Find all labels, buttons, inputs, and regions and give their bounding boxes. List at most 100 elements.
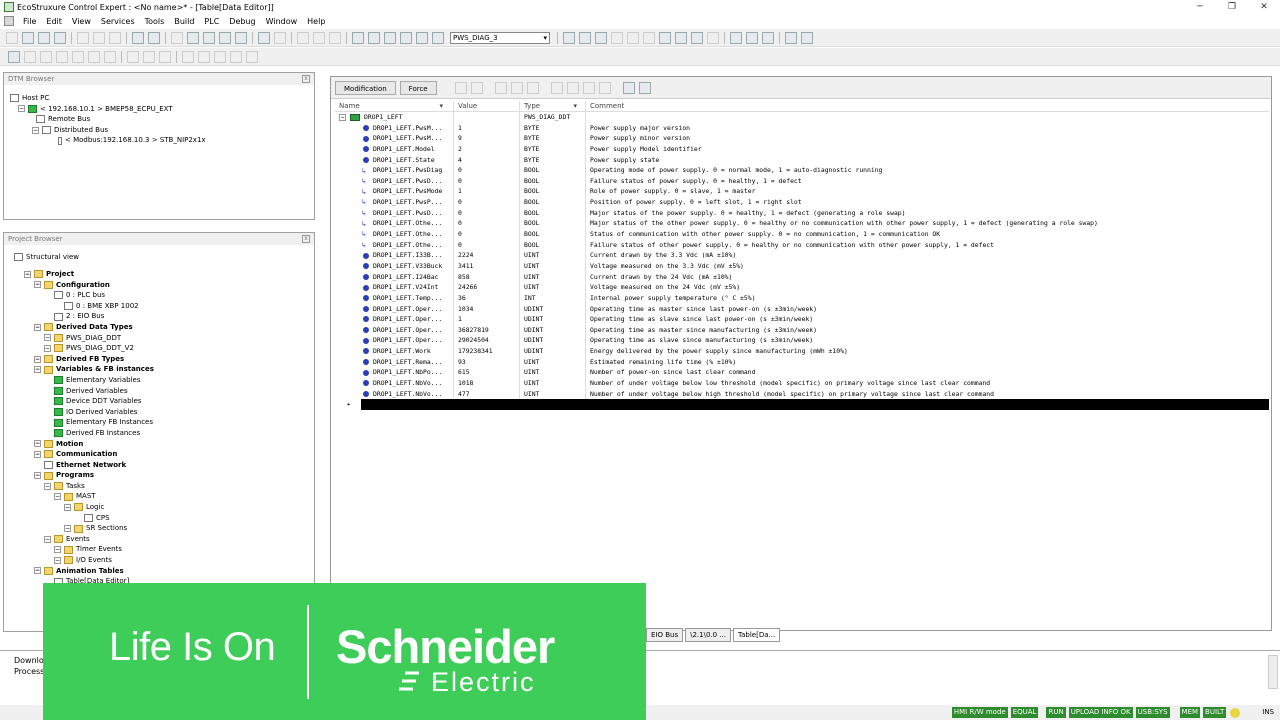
copy-icon[interactable] — [93, 31, 105, 44]
sort-icon[interactable]: ▾ — [573, 101, 577, 112]
value-cell[interactable]: 179238341 — [453, 346, 519, 357]
goto-icon[interactable] — [219, 31, 231, 44]
tree-item[interactable]: − Configuration — [10, 280, 154, 291]
expand-icon[interactable]: − — [32, 126, 39, 134]
print-preview-icon[interactable] — [400, 31, 412, 44]
tool-icon[interactable] — [198, 50, 210, 63]
table-row[interactable]: DROP1_LEFT.V24Int 24266 UINT Voltage measur… — [335, 282, 1269, 293]
table-row[interactable]: DROP1_LEFT.Rema... 93 UINT Estimated remain… — [335, 356, 1269, 368]
tree-item[interactable]: − PWS_DIAG_DDT_V2 — [10, 343, 154, 354]
document-icon[interactable] — [4, 16, 14, 26]
name-cell[interactable]: ▸ — [335, 399, 361, 410]
table-icon[interactable] — [384, 31, 396, 44]
table-row[interactable]: − DROP1_LEFT PWS_DIAG_DDT — [335, 112, 1269, 123]
tool-icon[interactable] — [40, 50, 52, 63]
build-icon[interactable] — [313, 31, 325, 44]
table-row[interactable]: ↳ DROP1_LEFT.Othe... 0 BOOL Status of commun… — [335, 229, 1269, 240]
tree-item[interactable]: − Derived FB Types — [10, 354, 154, 365]
tree-item[interactable]: −CPS — [10, 513, 154, 524]
column-header-name[interactable]: Name ▾ — [335, 101, 453, 111]
column-header-comment[interactable]: Comment — [585, 101, 1269, 111]
expand-icon[interactable]: − — [64, 525, 71, 533]
table-row[interactable]: DROP1_LEFT.Oper... 29024504 UDINT Operating… — [335, 335, 1269, 347]
tree-item[interactable]: −2 : EIO Bus — [10, 311, 154, 322]
table-row[interactable]: ↳ DROP1_LEFT.Othe... 0 BOOL Major status of … — [335, 218, 1269, 230]
tree-item[interactable]: − Animation Tables — [10, 566, 154, 577]
tree-item[interactable]: − Timer Events — [10, 544, 154, 555]
table-row[interactable]: DROP1_LEFT.I33B... 2224 UINT Current drawn … — [335, 250, 1269, 261]
tool-icon[interactable] — [638, 81, 651, 94]
table-row[interactable]: ↳ DROP1_LEFT.Othe... 0 BOOL Failure status o… — [335, 239, 1269, 251]
table-row[interactable]: DROP1_LEFT.PwsM... 1 BYTE Power supply majo… — [335, 122, 1269, 134]
expand-icon[interactable]: − — [24, 270, 31, 278]
value-cell[interactable]: 1034 — [453, 303, 519, 315]
tree-item[interactable]: −Derived FB Instances — [10, 428, 154, 439]
tree-item[interactable]: − MAST — [10, 491, 154, 502]
rebuild-icon[interactable] — [329, 31, 341, 44]
expand-icon[interactable]: − — [44, 344, 51, 352]
table-row[interactable]: DROP1_LEFT.Oper... 1034 UDINT Operating tim… — [335, 303, 1269, 315]
value-cell[interactable]: 0 — [453, 197, 519, 208]
value-cell[interactable]: 0 — [453, 239, 519, 251]
tree-item[interactable]: − PWS_DIAG_DDT — [10, 333, 154, 344]
connect-icon[interactable] — [416, 31, 428, 44]
value-cell[interactable]: 29024504 — [453, 335, 519, 347]
instance-combo[interactable]: PWS_DIAG_3 — [450, 31, 550, 44]
tool-icon[interactable] — [143, 50, 155, 63]
tree-item[interactable]: − Derived Data Types — [10, 322, 154, 333]
tile-vertical-icon[interactable] — [762, 31, 774, 44]
tool-icon[interactable] — [182, 50, 194, 63]
tree-item[interactable]: −Elementary FB Instances — [10, 417, 154, 428]
tab-table[interactable]: Table[Da... — [733, 628, 781, 642]
binoculars-icon[interactable] — [432, 31, 444, 44]
tool-icon[interactable] — [72, 50, 84, 63]
value-cell[interactable]: 0 — [453, 229, 519, 240]
tool-icon[interactable] — [494, 81, 507, 94]
tree-item[interactable]: − Programs — [10, 470, 154, 481]
tree-item[interactable]: −IO Derived Variables — [10, 407, 154, 418]
value-cell[interactable]: 615 — [453, 367, 519, 379]
table-row[interactable]: DROP1_LEFT.PwsM... 9 BYTE Power supply mino… — [335, 133, 1269, 144]
value-cell[interactable]: 36827819 — [453, 324, 519, 336]
table-row[interactable]: DROP1_LEFT.I24Bac 858 UINT Current drawn by… — [335, 271, 1269, 283]
table-row[interactable]: DROP1_LEFT.Oper... 36827819 UDINT Operating… — [335, 324, 1269, 336]
column-header-type[interactable]: Type ▾ — [519, 101, 585, 111]
table-row[interactable]: DROP1_LEFT.Oper... 1 UDINT Operating time a… — [335, 314, 1269, 325]
table-row[interactable]: DROP1_LEFT.Temp... 36 INT Internal power su… — [335, 292, 1269, 304]
analyze-icon[interactable] — [297, 31, 309, 44]
menu-plc[interactable]: PLC — [199, 17, 224, 26]
new-icon[interactable] — [6, 31, 18, 44]
tree-item[interactable]: − I/O Events — [10, 555, 154, 566]
menu-view[interactable]: View — [67, 17, 96, 26]
table-row[interactable]: ↳ DROP1_LEFT.PwsP... 0 BOOL Position of powe… — [335, 197, 1269, 208]
value-cell[interactable]: 93 — [453, 356, 519, 368]
expand-icon[interactable]: − — [34, 281, 41, 289]
tree-item-structural-view[interactable]: Structural view — [10, 252, 79, 263]
tool-icon[interactable] — [159, 50, 171, 63]
table-row[interactable]: DROP1_LEFT.V33Buck 3411 UINT Voltage measur… — [335, 260, 1269, 272]
value-cell[interactable]: 2224 — [453, 250, 519, 261]
menu-debug[interactable]: Debug — [224, 17, 260, 26]
tool-icon[interactable] — [598, 81, 611, 94]
tree-item[interactable]: −Derived Variables — [10, 386, 154, 397]
expand-icon[interactable]: − — [44, 535, 51, 543]
table-row[interactable]: ↳ DROP1_LEFT.PwsDiag 0 BOOL Operating mode o… — [335, 165, 1269, 176]
context-help-icon[interactable] — [801, 31, 813, 44]
replace-icon[interactable] — [203, 31, 215, 44]
expand-icon[interactable]: − — [34, 366, 41, 374]
animation-icon[interactable] — [563, 31, 575, 44]
tool-icon[interactable] — [104, 50, 116, 63]
expand-icon[interactable]: − — [54, 493, 61, 501]
tool-icon[interactable] — [526, 81, 539, 94]
monitor-icon[interactable] — [707, 31, 719, 44]
cascade-icon[interactable] — [730, 31, 742, 44]
value-cell[interactable]: 4 — [453, 154, 519, 166]
value-cell[interactable]: 0 — [453, 207, 519, 219]
redo-icon[interactable] — [148, 31, 160, 44]
table-row[interactable]: DROP1_LEFT.Model 2 BYTE Power supply Model … — [335, 143, 1269, 155]
collapse-icon[interactable]: − — [339, 113, 346, 121]
value-cell[interactable]: 1 — [453, 122, 519, 134]
value-cell[interactable]: 858 — [453, 271, 519, 283]
tree-item[interactable]: − Motion — [10, 439, 154, 450]
run-icon[interactable] — [691, 31, 703, 44]
